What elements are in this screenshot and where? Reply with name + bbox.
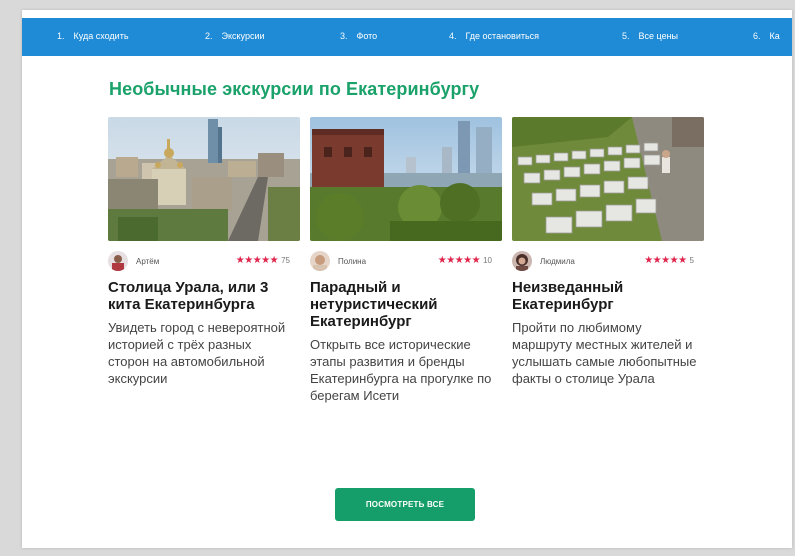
avatar-photo-icon bbox=[108, 251, 128, 271]
nav-item-label: Экскурсии bbox=[221, 31, 265, 41]
excursion-photo-keyboard-monument[interactable] bbox=[512, 117, 704, 241]
author-name[interactable]: Людмила bbox=[540, 257, 575, 266]
nav-item-number: 2. bbox=[205, 31, 213, 41]
nav-item-more[interactable]: 6. Ка bbox=[753, 31, 780, 41]
rating-stars: ★★★★★ 75 bbox=[236, 255, 290, 266]
nav-item-number: 1. bbox=[57, 31, 65, 41]
rating-stars: ★★★★★ 10 bbox=[438, 255, 492, 266]
excursion-title[interactable]: Парадный и нетуристический Екатеринбург bbox=[310, 279, 502, 330]
author-avatar[interactable] bbox=[512, 251, 532, 271]
nav-item-label: Ка bbox=[769, 31, 780, 41]
star-rating-icon: ★★★★★ bbox=[644, 255, 687, 266]
avatar-photo-icon bbox=[310, 251, 330, 271]
nav-item-label: Все цены bbox=[638, 31, 679, 41]
nav-item-label: Куда сходить bbox=[73, 31, 129, 41]
nav-item-number: 6. bbox=[753, 31, 761, 41]
section-title: Необычные экскурсии по Екатеринбургу bbox=[109, 79, 480, 99]
star-rating-icon: ★★★★★ bbox=[235, 255, 279, 266]
excursion-description: Открыть все исторические этапы развития … bbox=[310, 337, 492, 403]
nav-item-where-to-stay[interactable]: 4. Где остановиться bbox=[449, 31, 539, 41]
rating-stars: ★★★★★ 5 bbox=[644, 255, 694, 266]
review-count: 10 bbox=[483, 256, 492, 265]
card-meta: Людмила ★★★★★ 5 bbox=[512, 251, 704, 275]
avatar-photo-icon bbox=[512, 251, 532, 271]
nav-item-label: Где остановиться bbox=[465, 31, 540, 41]
star-rating-icon: ★★★★★ bbox=[437, 255, 481, 266]
nav-item-number: 4. bbox=[449, 31, 457, 41]
nav-item-number: 5. bbox=[622, 31, 630, 41]
city-panorama-image bbox=[108, 117, 300, 241]
excursion-title[interactable]: Столица Урала, или 3 кита Екатеринбурга bbox=[108, 279, 300, 313]
excursion-photo-city-panorama[interactable] bbox=[108, 117, 300, 241]
author-avatar[interactable] bbox=[310, 251, 330, 271]
excursion-description: Пройти по любимому маршруту местных жите… bbox=[512, 320, 697, 386]
excursion-card[interactable]: Людмила ★★★★★ 5 Неизведанный Екатеринбург… bbox=[512, 117, 704, 387]
excursion-card[interactable]: Артём ★★★★★ 75 Столица Урала, или 3 кита … bbox=[108, 117, 300, 387]
review-count: 75 bbox=[281, 256, 290, 265]
nav-item-number: 3. bbox=[340, 31, 348, 41]
nav-item-all-prices[interactable]: 5. Все цены bbox=[622, 31, 678, 41]
top-navigation: 1. Куда сходить 2. Экскурсии 3. Фото 4. Где … bbox=[22, 18, 792, 56]
excursion-description: Увидеть город с невероятной историей с т… bbox=[108, 320, 286, 386]
nav-item-label: Фото bbox=[356, 31, 378, 41]
page-frame: 1. Куда сходить 2. Экскурсии 3. Фото 4. Где … bbox=[22, 10, 792, 548]
nav-item-where-to-go[interactable]: 1. Куда сходить bbox=[57, 31, 129, 41]
author-name[interactable]: Полина bbox=[338, 257, 366, 266]
excursion-card[interactable]: Полина ★★★★★ 10 Парадный и нетуристически… bbox=[310, 117, 502, 404]
author-name[interactable]: Артём bbox=[136, 257, 159, 266]
author-avatar[interactable] bbox=[108, 251, 128, 271]
excursion-title[interactable]: Неизведанный Екатеринбург bbox=[512, 279, 704, 313]
riverside-image bbox=[310, 117, 502, 241]
keyboard-monument-image bbox=[512, 117, 704, 241]
see-all-button[interactable]: посмотреть все bbox=[335, 488, 475, 521]
nav-item-photo[interactable]: 3. Фото bbox=[340, 31, 377, 41]
nav-item-excursions[interactable]: 2. Экскурсии bbox=[205, 31, 265, 41]
card-meta: Артём ★★★★★ 75 bbox=[108, 251, 300, 275]
review-count: 5 bbox=[689, 256, 694, 265]
excursion-photo-riverside[interactable] bbox=[310, 117, 502, 241]
card-meta: Полина ★★★★★ 10 bbox=[310, 251, 502, 275]
